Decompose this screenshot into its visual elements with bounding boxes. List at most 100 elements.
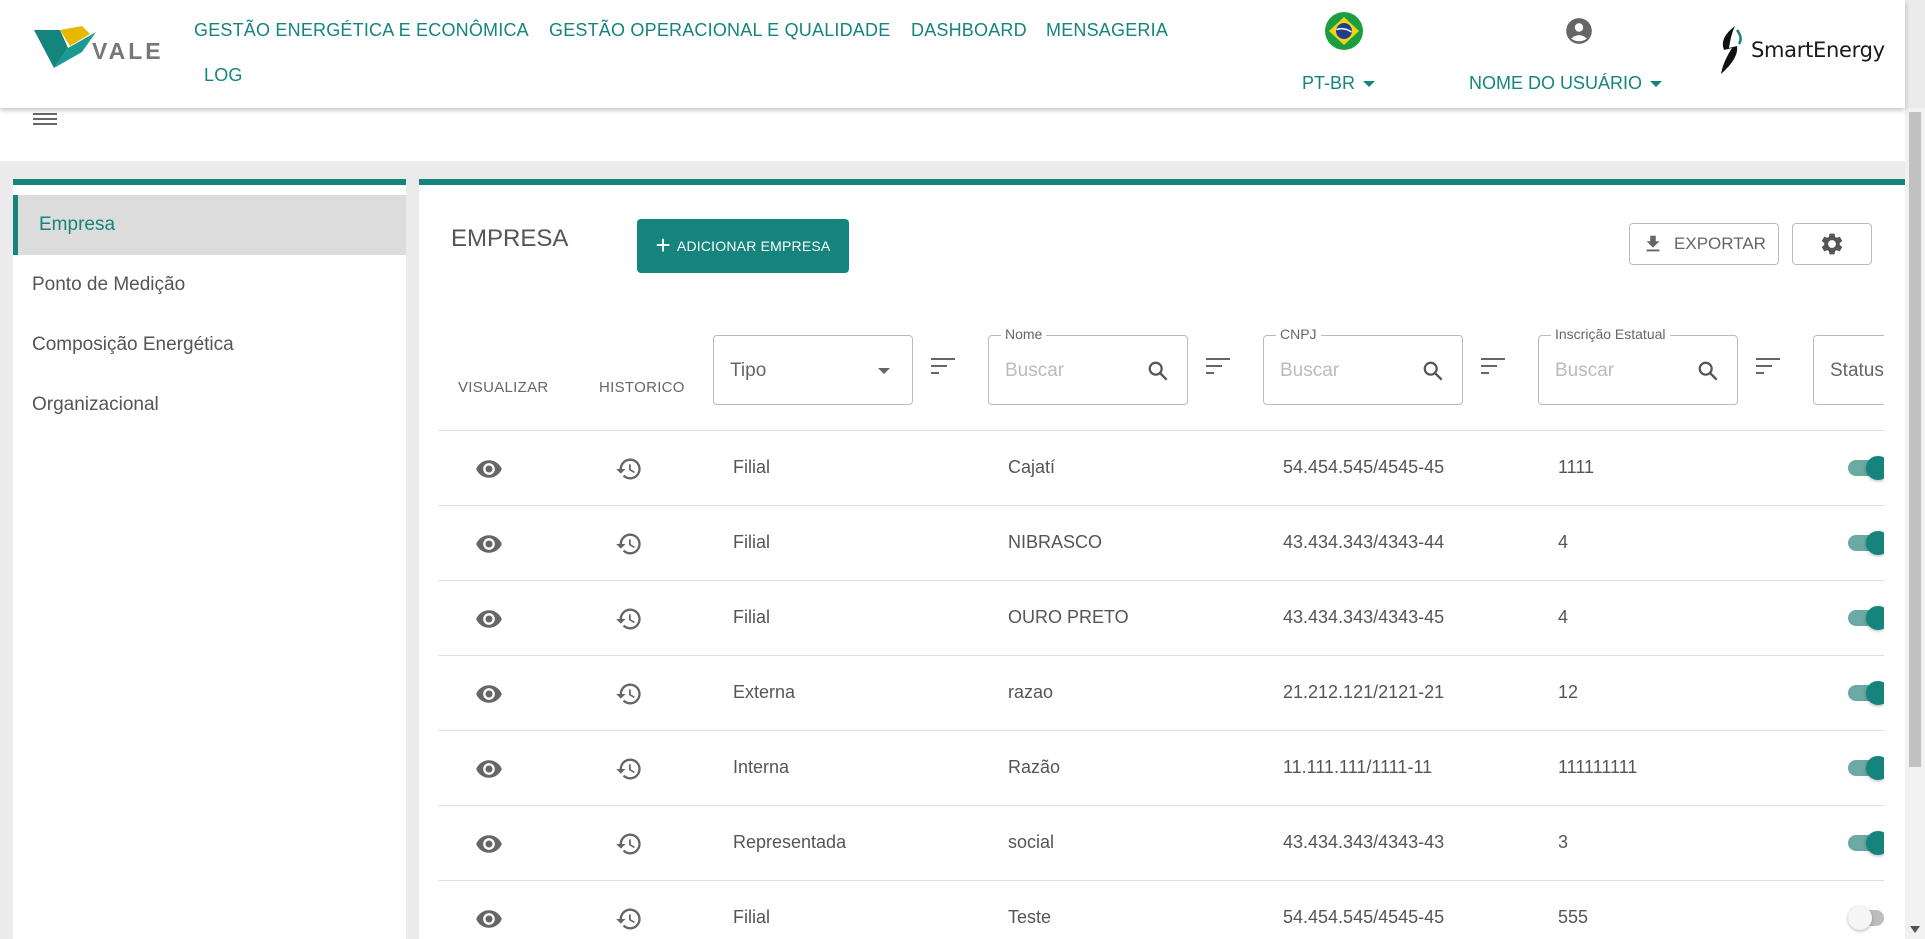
sort-icon[interactable]	[931, 357, 955, 375]
user-avatar-icon[interactable]	[1565, 17, 1593, 45]
search-icon[interactable]	[1697, 360, 1719, 382]
smartenergy-logo-text: SmartEnergy	[1751, 38, 1885, 62]
sidebar-item-organizacional[interactable]: Organizacional	[13, 375, 406, 435]
brazil-flag-icon[interactable]	[1325, 12, 1363, 50]
cell-nome: NIBRASCO	[1008, 532, 1103, 552]
cell-tipo: Externa	[733, 682, 796, 702]
history-icon[interactable]	[615, 680, 643, 708]
user-menu[interactable]: NOME DO USUÁRIO	[1469, 73, 1663, 94]
history-icon[interactable]	[615, 530, 643, 558]
scrollbar-thumb[interactable]	[1909, 112, 1921, 767]
cell-cnpj: 43.434.343/4343-43	[1283, 832, 1445, 852]
lightning-bolt-icon	[1721, 26, 1742, 74]
cell-tipo: Filial	[733, 532, 771, 552]
cell-cnpj: 11.111.111/1111-11	[1283, 757, 1433, 777]
cell-nome: Cajatí	[1008, 457, 1056, 477]
language-label: PT-BR	[1302, 73, 1356, 93]
user-name-label: NOME DO USUÁRIO	[1469, 73, 1643, 93]
eye-icon[interactable]	[475, 680, 503, 708]
language-selector[interactable]: PT-BR	[1302, 73, 1376, 94]
sidebar-item-empresa[interactable]: Empresa	[13, 195, 406, 255]
eye-icon[interactable]	[475, 605, 503, 633]
nav-gestao-operacional[interactable]: GESTÃO OPERACIONAL E QUALIDADE	[549, 20, 890, 41]
nav-mensageria[interactable]: MENSAGERIA	[1046, 20, 1168, 41]
page-scrollbar[interactable]	[1905, 108, 1925, 939]
smartenergy-logo: SmartEnergy	[1715, 20, 1895, 80]
table-row: Interna Razão 11.111.111/1111-11 111111111	[438, 730, 1890, 805]
sidebar: Empresa Ponto de Medição Composição Ener…	[13, 179, 406, 939]
plus-icon: +	[655, 230, 671, 260]
menu-icon[interactable]	[33, 110, 57, 130]
top-app-bar: VALE GESTÃO ENERGÉTICA E ECONÔMICA GESTÃ…	[0, 0, 1905, 108]
history-icon[interactable]	[615, 605, 643, 633]
scroll-down-icon[interactable]	[1910, 926, 1920, 933]
nav-log[interactable]: LOG	[204, 65, 243, 86]
cell-cnpj: 43.434.343/4343-45	[1283, 607, 1445, 627]
cell-inscricao-estadual: 12	[1558, 682, 1579, 702]
eye-icon[interactable]	[475, 455, 503, 483]
cell-tipo: Interna	[733, 757, 790, 777]
cell-nome: Teste	[1008, 907, 1052, 927]
eye-icon[interactable]	[475, 830, 503, 858]
cell-nome: social	[1008, 832, 1055, 852]
sort-icon[interactable]	[1756, 357, 1780, 375]
nav-gestao-energetica[interactable]: GESTÃO ENERGÉTICA E ECONÔMICA	[194, 20, 529, 41]
eye-icon[interactable]	[475, 755, 503, 783]
cnpj-filter-placeholder: Buscar	[1280, 360, 1340, 381]
export-button[interactable]: EXPORTAR	[1629, 223, 1779, 265]
cnpj-filter[interactable]: CNPJ Buscar	[1263, 326, 1463, 405]
tipo-select-value: Tipo	[730, 360, 767, 381]
main-panel: EMPRESA + ADICIONAR EMPRESA EXPORTAR VIS…	[419, 179, 1905, 939]
nome-filter-label: Nome	[1001, 326, 1047, 342]
column-header-historico: HISTORICO	[599, 379, 685, 396]
cell-cnpj: 54.454.545/4545-45	[1283, 907, 1445, 927]
sidebar-item-composicao-energetica[interactable]: Composição Energética	[13, 315, 406, 375]
caret-down-icon	[1363, 80, 1376, 87]
nav-dashboard[interactable]: DASHBOARD	[911, 20, 1027, 41]
cell-tipo: Filial	[733, 457, 771, 477]
cell-nome: Razão	[1008, 757, 1061, 777]
vale-logo[interactable]: VALE	[34, 24, 169, 80]
cnpj-filter-label: CNPJ	[1276, 326, 1321, 342]
caret-down-icon	[1650, 80, 1663, 87]
export-label: EXPORTAR	[1674, 234, 1766, 253]
history-icon[interactable]	[615, 830, 643, 858]
status-select-value: Status	[1830, 360, 1884, 381]
cell-inscricao-estadual: 555	[1558, 907, 1589, 927]
table-row: Externa razao 21.212.121/2121-21 12	[438, 655, 1890, 730]
sort-icon[interactable]	[1206, 357, 1230, 375]
history-icon[interactable]	[615, 905, 643, 933]
cell-tipo: Filial	[733, 607, 771, 627]
cell-inscricao-estadual: 4	[1558, 607, 1569, 627]
gear-icon	[1821, 233, 1843, 255]
inscricao-estadual-filter-placeholder: Buscar	[1555, 360, 1615, 381]
eye-icon[interactable]	[475, 530, 503, 558]
cell-cnpj: 21.212.121/2121-21	[1283, 682, 1445, 702]
caret-down-icon	[878, 368, 890, 374]
table-row: Filial Teste 54.454.545/4545-45 555	[438, 880, 1888, 939]
vale-logo-text: VALE	[92, 38, 164, 64]
sort-icon[interactable]	[1481, 357, 1505, 375]
settings-button[interactable]	[1792, 223, 1872, 265]
inscricao-estadual-filter[interactable]: Inscrição Estatual Buscar	[1538, 326, 1738, 405]
cell-inscricao-estadual: 1111	[1558, 457, 1595, 477]
cell-cnpj: 54.454.545/4545-45	[1283, 457, 1445, 477]
history-icon[interactable]	[615, 455, 643, 483]
eye-icon[interactable]	[475, 905, 503, 933]
tipo-select[interactable]: Tipo	[713, 335, 913, 405]
history-icon[interactable]	[615, 755, 643, 783]
add-empresa-button[interactable]: + ADICIONAR EMPRESA	[637, 219, 849, 273]
search-icon[interactable]	[1147, 360, 1169, 382]
cell-inscricao-estadual: 4	[1558, 532, 1569, 552]
sidebar-item-ponto-de-medicao[interactable]: Ponto de Medição	[13, 255, 406, 315]
cell-tipo: Representada	[733, 832, 847, 852]
column-header-visualizar: VISUALIZAR	[458, 379, 549, 396]
sub-toolbar	[0, 108, 1905, 161]
table-row: Filial NIBRASCO 43.434.343/4343-44 4	[438, 505, 1890, 580]
inscricao-estadual-filter-label: Inscrição Estatual	[1551, 326, 1670, 342]
nome-filter[interactable]: Nome Buscar	[988, 326, 1188, 405]
cell-inscricao-estadual: 3	[1558, 832, 1569, 852]
search-icon[interactable]	[1422, 360, 1444, 382]
nome-filter-placeholder: Buscar	[1005, 360, 1065, 381]
table-row: Filial OURO PRETO 43.434.343/4343-45 4	[438, 580, 1890, 655]
